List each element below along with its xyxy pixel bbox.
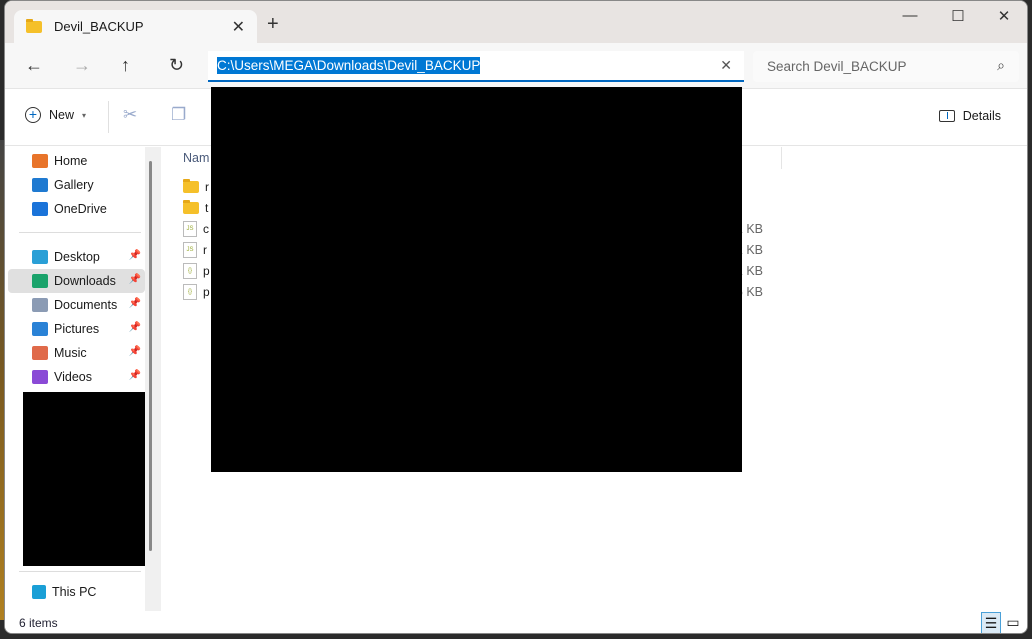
sidebar-item-label: Pictures — [54, 322, 100, 336]
forward-button[interactable]: → — [73, 55, 91, 76]
tab-bar: Devil_BACKUP ✕ + — ☐ ✕ — [5, 1, 1027, 43]
home-icon — [32, 154, 48, 168]
details-label: Details — [962, 109, 1001, 123]
new-label: New — [49, 108, 75, 122]
folder-icon — [26, 18, 42, 33]
search-input[interactable]: Search Devil_BACKUP ⌕ — [753, 51, 1019, 82]
close-window-button[interactable]: ✕ — [981, 7, 1027, 25]
sidebar-item-pictures[interactable]: Pictures 📌 — [8, 317, 145, 341]
download-icon — [32, 274, 48, 288]
pin-icon[interactable]: 📌 — [129, 322, 141, 333]
computer-icon — [32, 585, 46, 599]
chevron-down-icon: ▾ — [82, 110, 87, 120]
plus-circle-icon: + — [25, 107, 41, 123]
file-name: t — [205, 201, 209, 215]
sidebar-item-label: This PC — [52, 585, 97, 599]
sidebar-scrollbar-track[interactable] — [145, 147, 161, 611]
close-tab-icon[interactable]: ✕ — [232, 17, 245, 37]
address-bar[interactable]: C:\Users\MEGA\Downloads\Devil_BACKUP ✕ — [208, 51, 744, 82]
sidebar-item-label: Music — [54, 346, 87, 360]
cut-icon[interactable]: ✂ — [123, 105, 137, 125]
sidebar-item-label: Downloads — [54, 274, 116, 288]
sidebar-item-label: Videos — [54, 370, 92, 384]
documents-icon — [32, 298, 48, 312]
sidebar-item-home[interactable]: Home — [8, 149, 145, 173]
sidebar-item-label: OneDrive — [54, 202, 107, 216]
sidebar: Home Gallery OneDrive Desktop 📌 Downloads 📌 Doc… — [5, 147, 161, 611]
back-button[interactable]: ← — [25, 55, 43, 76]
minimize-button[interactable]: — — [887, 7, 933, 24]
json-file-icon: {} — [183, 284, 197, 300]
json-file-icon: {} — [183, 263, 197, 279]
sidebar-item-gallery[interactable]: Gallery — [8, 173, 145, 197]
divider — [19, 232, 141, 233]
sidebar-item-label: Desktop — [54, 250, 100, 264]
desktop-icon — [32, 250, 48, 264]
pin-icon[interactable]: 📌 — [129, 274, 141, 285]
address-path[interactable]: C:\Users\MEGA\Downloads\Devil_BACKUP — [217, 57, 481, 74]
file-name: p — [203, 285, 210, 299]
details-pane-icon — [938, 110, 955, 122]
redacted-area — [23, 392, 145, 566]
sidebar-item-desktop[interactable]: Desktop 📌 — [8, 245, 145, 269]
js-file-icon: JS — [183, 242, 197, 258]
refresh-button[interactable]: ↻ — [169, 55, 184, 76]
column-header-name[interactable]: Nam — [183, 151, 209, 165]
tab-devil-backup[interactable]: Devil_BACKUP ✕ — [14, 10, 257, 43]
file-name: c — [203, 222, 209, 236]
gallery-icon — [32, 178, 48, 192]
videos-icon — [32, 370, 48, 384]
sidebar-scrollbar-thumb[interactable] — [149, 161, 152, 551]
sidebar-item-documents[interactable]: Documents 📌 — [8, 293, 145, 317]
divider — [19, 571, 141, 572]
details-button[interactable]: Details — [938, 109, 1001, 123]
sidebar-item-label: Gallery — [54, 178, 94, 192]
pin-icon[interactable]: 📌 — [129, 298, 141, 309]
search-placeholder: Search Devil_BACKUP — [767, 59, 907, 74]
file-name: r — [203, 243, 207, 257]
sidebar-item-videos[interactable]: Videos 📌 — [8, 365, 145, 389]
file-explorer-window: Devil_BACKUP ✕ + — ☐ ✕ ← → ↑ ↻ C:\Users\… — [4, 0, 1028, 634]
music-icon — [32, 346, 48, 360]
copy-icon[interactable]: ❐ — [171, 105, 186, 125]
clear-icon[interactable]: ✕ — [720, 57, 732, 74]
sidebar-item-music[interactable]: Music 📌 — [8, 341, 145, 365]
new-tab-button[interactable]: + — [267, 13, 279, 36]
folder-icon — [183, 200, 199, 214]
tab-title: Devil_BACKUP — [54, 19, 144, 34]
sidebar-item-label: Home — [54, 154, 88, 168]
pin-icon[interactable]: 📌 — [129, 370, 141, 381]
folder-icon — [183, 179, 199, 193]
pictures-icon — [32, 322, 48, 336]
sidebar-item-downloads[interactable]: Downloads 📌 — [8, 269, 145, 293]
navigation-bar: ← → ↑ ↻ C:\Users\MEGA\Downloads\Devil_BA… — [5, 43, 1027, 89]
divider — [108, 101, 109, 133]
new-button[interactable]: + New ▾ — [25, 107, 86, 123]
column-divider — [781, 147, 782, 169]
js-file-icon: JS — [183, 221, 197, 237]
up-button[interactable]: ↑ — [121, 55, 130, 76]
pin-icon[interactable]: 📌 — [129, 250, 141, 261]
file-name: r — [205, 180, 209, 194]
sidebar-item-label: Documents — [54, 298, 118, 312]
status-bar: 6 items — [5, 611, 1027, 633]
onedrive-icon — [32, 202, 48, 216]
details-view-button[interactable]: ☰ — [981, 612, 1001, 633]
address-dropdown-redacted — [211, 87, 742, 472]
sidebar-item-onedrive[interactable]: OneDrive — [8, 197, 145, 221]
tiles-view-button[interactable]: ▭ — [1003, 612, 1023, 633]
sidebar-item-this-pc[interactable]: This PC — [8, 580, 145, 604]
search-icon: ⌕ — [997, 57, 1005, 73]
file-name: p — [203, 264, 210, 278]
item-count: 6 items — [19, 616, 58, 630]
maximize-button[interactable]: ☐ — [935, 7, 981, 25]
pin-icon[interactable]: 📌 — [129, 346, 141, 357]
